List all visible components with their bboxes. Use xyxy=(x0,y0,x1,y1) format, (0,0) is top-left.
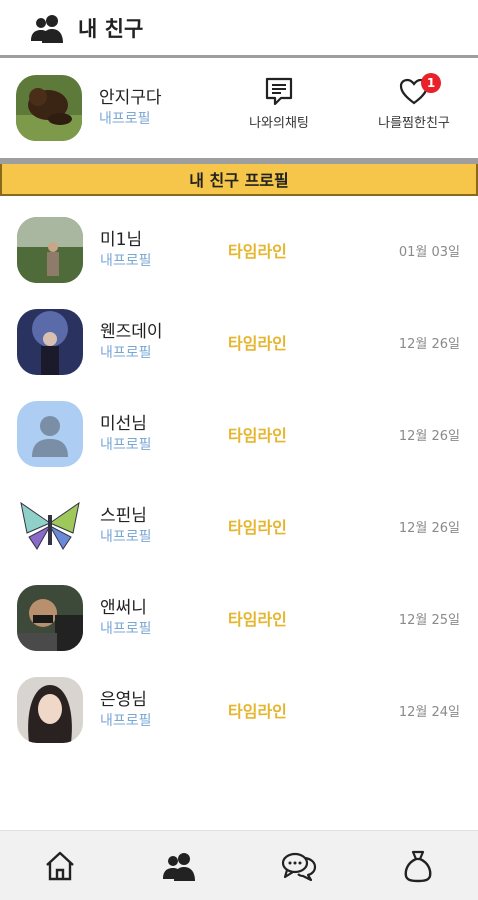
friend-date: 01월 03일 xyxy=(398,244,460,260)
friend-name: 스핀님 xyxy=(100,506,147,526)
nav-chat[interactable] xyxy=(277,844,321,888)
friend-name: 미1님 xyxy=(100,230,143,250)
friend-profile-link[interactable]: 내프로필 xyxy=(100,343,210,363)
nav-store[interactable] xyxy=(396,844,440,888)
self-chat-label: 나와의채팅 xyxy=(249,116,309,131)
friend-date: 12월 26일 xyxy=(398,336,460,352)
friend-row[interactable]: 미1님 내프로필 타임라인 01월 03일 xyxy=(0,204,478,296)
my-avatar[interactable] xyxy=(16,75,82,141)
bottom-nav xyxy=(0,830,478,900)
timeline-link[interactable]: 타임라인 xyxy=(228,330,287,354)
self-chat-button[interactable]: 나와의채팅 xyxy=(238,76,320,131)
nav-friends[interactable] xyxy=(157,844,201,888)
my-profile-row[interactable]: 안지구다 내프로필 나와의채팅 1 나를찜한친구 xyxy=(0,58,478,158)
home-icon xyxy=(45,851,74,880)
friend-avatar[interactable] xyxy=(17,217,83,283)
my-name: 안지구다 xyxy=(99,88,162,108)
friend-row[interactable]: 미선님 내프로필 타임라인 12월 26일 xyxy=(0,388,478,480)
friends-icon xyxy=(163,852,196,881)
friend-avatar[interactable] xyxy=(17,309,83,375)
friend-avatar[interactable] xyxy=(17,493,83,559)
timeline-link[interactable]: 타임라인 xyxy=(228,698,287,722)
page-title: 내 친구 xyxy=(78,16,144,41)
friend-profile-link[interactable]: 내프로필 xyxy=(100,619,210,639)
timeline-link[interactable]: 타임라인 xyxy=(228,514,287,538)
friend-profile-link[interactable]: 내프로필 xyxy=(100,435,210,455)
timeline-link[interactable]: 타임라인 xyxy=(228,606,287,630)
chat-bubble-icon xyxy=(265,77,293,106)
friend-date: 12월 24일 xyxy=(398,704,460,720)
friend-date: 12월 25일 xyxy=(398,612,460,628)
nav-home[interactable] xyxy=(38,844,82,888)
friend-name: 웬즈데이 xyxy=(100,322,163,342)
friend-name: 은영님 xyxy=(100,690,147,710)
friend-avatar[interactable] xyxy=(17,585,83,651)
friend-date: 12월 26일 xyxy=(398,428,460,444)
friend-date: 12월 26일 xyxy=(398,520,460,536)
friend-name: 미선님 xyxy=(100,414,147,434)
liked-me-button[interactable]: 1 나를찜한친구 xyxy=(366,73,462,131)
my-profile-link[interactable]: 내프로필 xyxy=(99,109,219,129)
friend-avatar-placeholder[interactable] xyxy=(17,401,83,467)
friend-row[interactable]: 웬즈데이 내프로필 타임라인 12월 26일 xyxy=(0,296,478,388)
timeline-link[interactable]: 타임라인 xyxy=(228,422,287,446)
friend-profile-link[interactable]: 내프로필 xyxy=(100,251,210,271)
app-header: 내 친구 xyxy=(0,0,478,58)
friends-icon xyxy=(31,14,63,43)
liked-me-label: 나를찜한친구 xyxy=(378,116,450,131)
chat-icon xyxy=(281,852,316,881)
friend-profile-link[interactable]: 내프로필 xyxy=(100,527,210,547)
friend-list: 미1님 내프로필 타임라인 01월 03일 웬즈데이 내프로필 타임라인 12월… xyxy=(0,196,478,756)
notification-badge: 1 xyxy=(421,73,441,93)
friend-name: 앤써니 xyxy=(100,598,147,618)
timeline-link[interactable]: 타임라인 xyxy=(228,238,287,262)
friend-profile-link[interactable]: 내프로필 xyxy=(100,711,210,731)
friend-row[interactable]: 은영님 내프로필 타임라인 12월 24일 xyxy=(0,664,478,756)
section-header: 내 친구 프로필 xyxy=(0,164,478,196)
friend-row[interactable]: 스핀님 내프로필 타임라인 12월 26일 xyxy=(0,480,478,572)
money-bag-icon xyxy=(404,850,432,882)
friend-row[interactable]: 앤써니 내프로필 타임라인 12월 25일 xyxy=(0,572,478,664)
friend-avatar[interactable] xyxy=(17,677,83,743)
